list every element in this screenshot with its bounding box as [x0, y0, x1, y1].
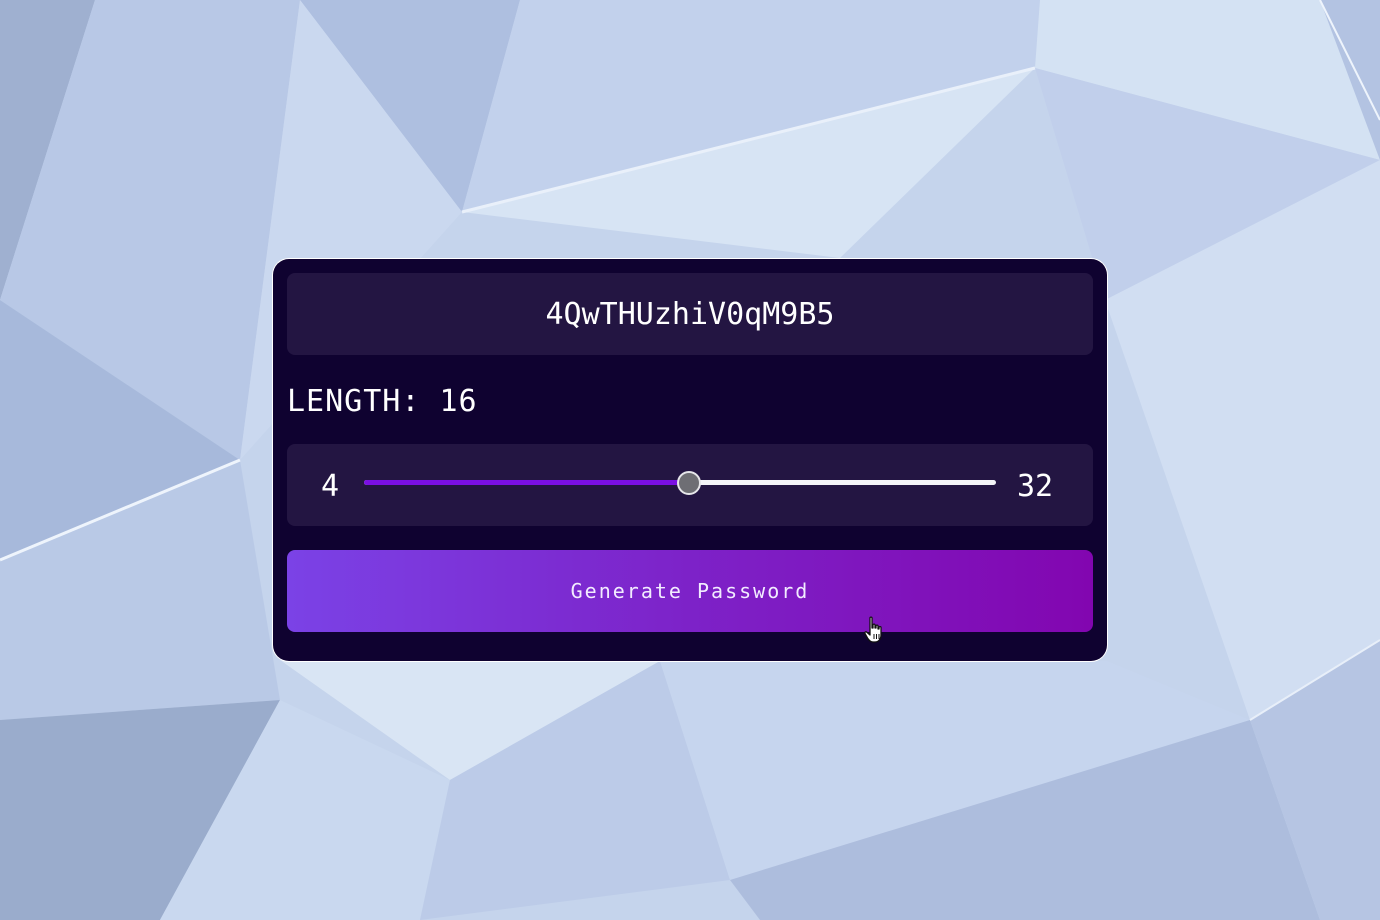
slider-min-label: 4 [321, 468, 340, 504]
password-output[interactable]: 4QwTHUzhiV0qM9B5 [287, 273, 1093, 355]
slider-thumb[interactable] [677, 471, 702, 495]
slider-max-label: 32 [1017, 468, 1054, 504]
password-generator-card: 4QwTHUzhiV0qM9B5 LENGTH: 16 4 32 Generat… [273, 259, 1107, 661]
slider-fill [364, 480, 690, 485]
length-label-text: LENGTH: [287, 383, 421, 419]
hand-pointer-icon [864, 616, 882, 643]
length-slider-panel: 4 32 [287, 444, 1093, 526]
length-slider[interactable] [364, 471, 996, 495]
length-label: LENGTH: 16 [287, 379, 478, 423]
generate-password-label: Generate Password [570, 579, 810, 603]
generate-password-button[interactable]: Generate Password [287, 550, 1093, 632]
password-text[interactable]: 4QwTHUzhiV0qM9B5 [546, 297, 835, 332]
length-value: 16 [439, 383, 478, 419]
